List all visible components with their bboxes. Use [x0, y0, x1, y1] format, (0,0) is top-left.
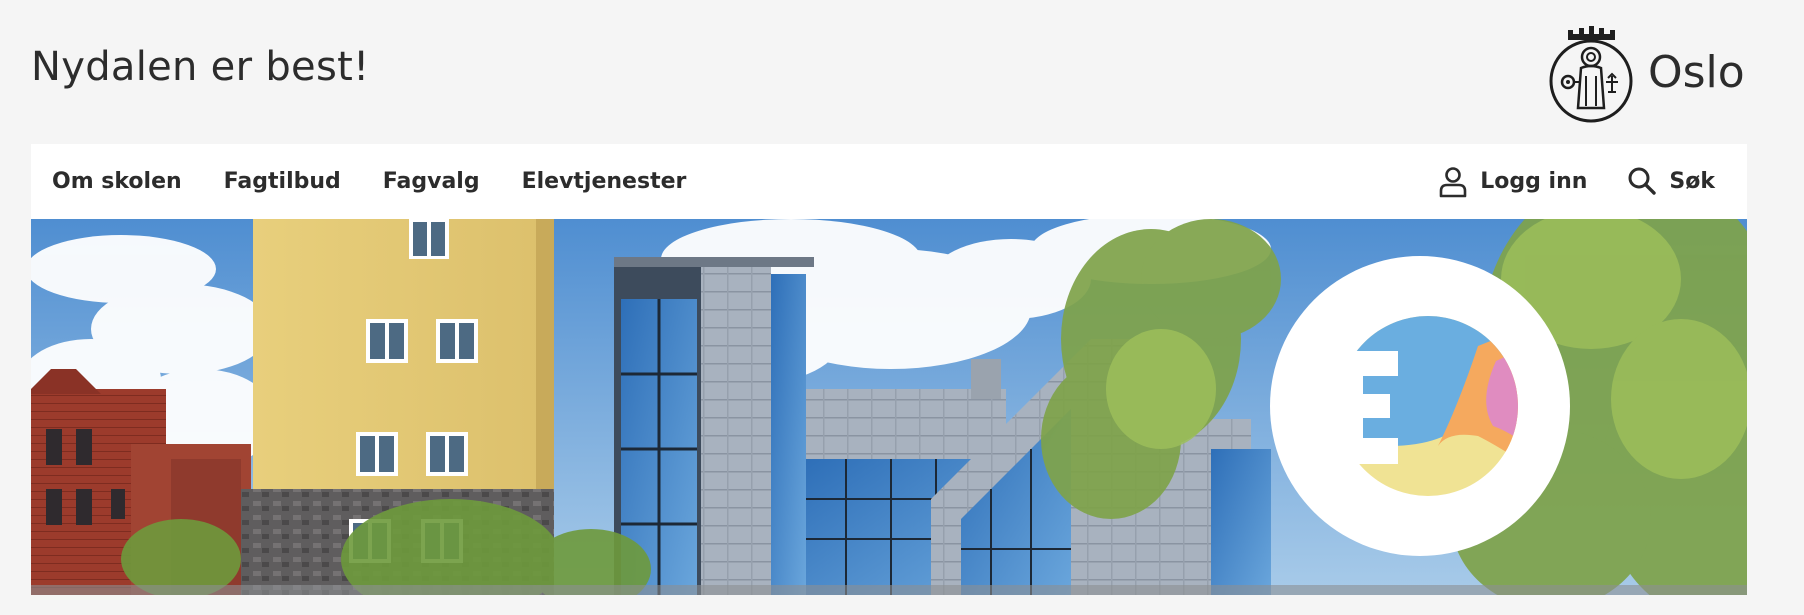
user-icon	[1439, 166, 1467, 197]
nav-item-elevtjenester[interactable]: Elevtjenester	[522, 169, 687, 194]
search-icon	[1628, 167, 1657, 195]
school-logo-e-icon	[1328, 316, 1518, 496]
site-header: Nydalen er best! Oslo	[0, 0, 1804, 144]
logo-text: Oslo	[1648, 46, 1745, 98]
nav-actions: Logg inn Søk	[1398, 144, 1715, 219]
main-navigation: Om skolen Fagtilbud Fagvalg Elevtjeneste…	[31, 144, 1747, 219]
school-logo-badge	[1270, 256, 1570, 556]
nav-menu: Om skolen Fagtilbud Fagvalg Elevtjeneste…	[52, 144, 728, 219]
site-title[interactable]: Nydalen er best!	[31, 44, 369, 90]
login-label: Logg inn	[1480, 169, 1588, 194]
nav-item-fagtilbud[interactable]: Fagtilbud	[224, 169, 341, 194]
hero-image	[31, 219, 1747, 595]
login-button[interactable]: Logg inn	[1438, 166, 1587, 198]
search-label: Søk	[1669, 169, 1715, 194]
nav-item-om-skolen[interactable]: Om skolen	[52, 169, 182, 194]
nav-item-fagvalg[interactable]: Fagvalg	[383, 169, 480, 194]
search-button[interactable]: Søk	[1627, 166, 1715, 198]
oslo-seal-icon	[1549, 26, 1633, 123]
oslo-logo[interactable]: Oslo	[1548, 20, 1745, 124]
